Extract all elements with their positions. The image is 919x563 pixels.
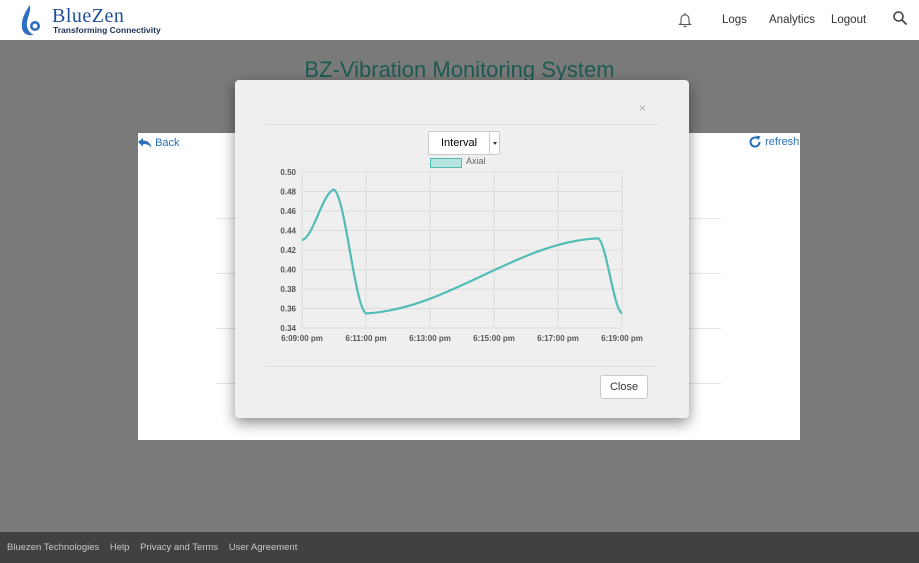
y-tick-label: 0.48: [280, 188, 296, 197]
y-tick-label: 0.42: [280, 246, 296, 255]
y-tick-label: 0.36: [280, 305, 296, 314]
x-tick-label: 6:17:00 pm: [537, 334, 579, 343]
bluezen-logo[interactable]: BlueZen Transforming Connectivity: [20, 3, 180, 37]
modal-close-icon[interactable]: ×: [639, 101, 646, 115]
vibration-line-chart: 0.34 0.36 0.38 0.40 0.42 0.44 0.46 0.48 0.50 6:09…: [280, 168, 643, 343]
y-tick-label: 0.40: [280, 266, 296, 275]
back-label: Back: [155, 137, 180, 149]
x-tick-label: 6:09:00 pm: [281, 334, 323, 343]
back-link[interactable]: Back: [138, 137, 180, 149]
chart-modal: × Interval Axial 0.34 0.36 0.38 0.40 0.42 0.4…: [235, 80, 689, 418]
modal-footer-divider: [265, 366, 659, 367]
modal-header-divider: [265, 124, 659, 125]
nav-analytics[interactable]: Analytics: [769, 0, 815, 40]
bell-icon[interactable]: [678, 12, 692, 28]
logo-tagline: Transforming Connectivity: [53, 25, 161, 35]
footer-help[interactable]: Help: [110, 542, 130, 553]
search-icon[interactable]: [892, 10, 908, 26]
refresh-label: refresh: [765, 135, 800, 148]
footer-privacy[interactable]: Privacy and Terms: [140, 542, 218, 553]
close-button[interactable]: Close: [600, 375, 648, 399]
refresh-icon: [749, 135, 761, 148]
x-tick-label: 6:11:00 pm: [345, 334, 386, 343]
x-tick-label: 6:15:00 pm: [473, 334, 515, 343]
footer-user-agreement[interactable]: User Agreement: [229, 542, 298, 553]
x-tick-label: 6:13:00 pm: [409, 334, 451, 343]
interval-select[interactable]: Interval: [428, 131, 500, 155]
chevron-down-icon: [489, 132, 497, 154]
y-tick-label: 0.46: [280, 207, 296, 216]
y-tick-label: 0.38: [280, 285, 296, 294]
top-navbar: BlueZen Transforming Connectivity Logs A…: [0, 0, 919, 40]
nav-logs[interactable]: Logs: [722, 0, 747, 40]
back-arrow-icon: [138, 137, 152, 148]
footer: Bluezen Technologies Help Privacy and Te…: [0, 532, 919, 563]
refresh-link[interactable]: refresh: [748, 135, 799, 149]
interval-select-value: Interval: [441, 137, 478, 149]
legend-swatch-axial: [430, 158, 462, 168]
x-tick-label: 6:19:00 pm: [601, 334, 643, 343]
logo-mark-icon: [21, 5, 40, 36]
y-tick-label: 0.44: [280, 227, 296, 236]
y-tick-label: 0.34: [280, 324, 296, 333]
legend-label-axial: Axial: [466, 156, 486, 166]
nav-logout[interactable]: Logout: [831, 0, 866, 40]
footer-company[interactable]: Bluezen Technologies: [7, 542, 99, 553]
y-tick-label: 0.50: [280, 168, 296, 177]
series-line-axial: [301, 188, 623, 315]
